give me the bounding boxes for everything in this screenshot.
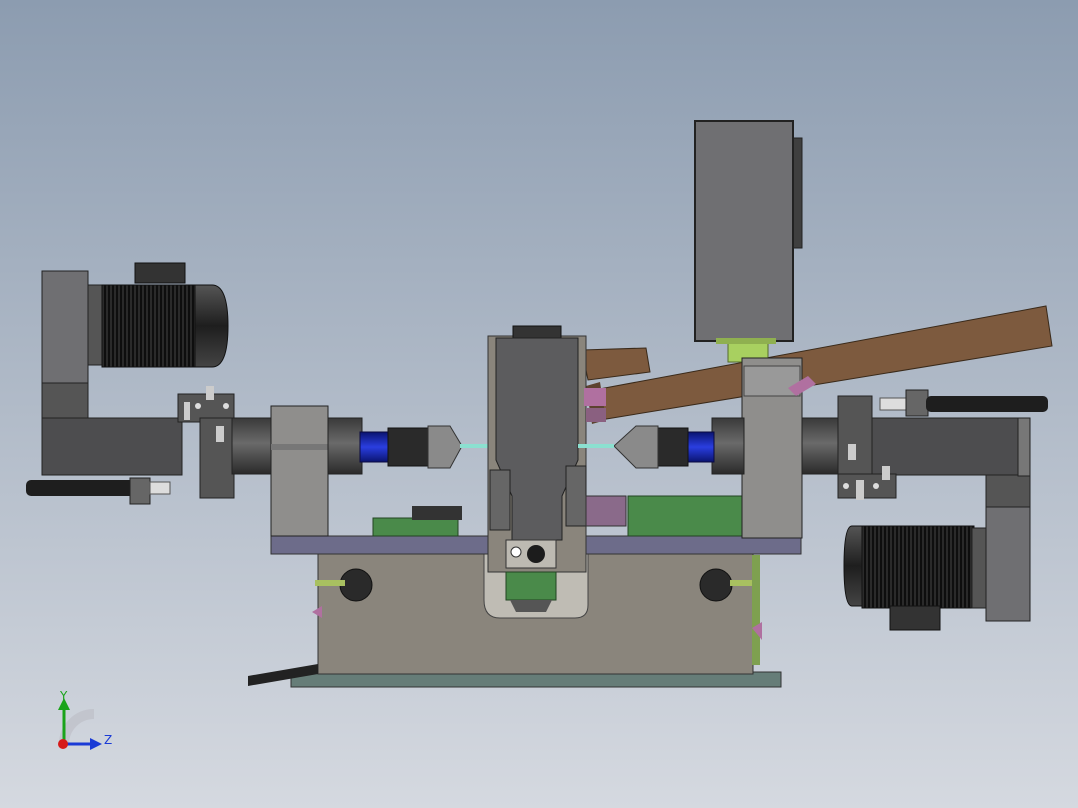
fitting [856,480,864,500]
press-die-pin [510,546,522,558]
slider-block [585,495,627,527]
fitting [206,386,214,400]
fitting [216,426,224,442]
sensor-board-left [372,517,459,537]
left-spindle-stand[interactable] [270,405,329,537]
fitting [848,444,856,460]
triad-x-axis [58,739,68,749]
left-cylinder-rod[interactable] [26,480,136,496]
triad-z-label: Z [104,733,112,747]
sensor-board-right [627,495,744,537]
right-motor-endcap [843,525,865,607]
press-link-left [489,469,511,531]
vertical-cabinet[interactable] [694,120,803,363]
left-arm[interactable] [41,417,183,476]
right-spindle-coupling[interactable] [685,431,715,463]
left-cylinder-head [129,477,151,505]
left-stand-seam [271,444,328,450]
fitting [184,402,190,420]
fitting [873,483,879,489]
cad-viewport[interactable]: Y Z [0,0,1078,808]
sensor-cable-left [412,506,462,520]
press-link-right [565,465,587,527]
right-motor-terminal-box [889,605,941,631]
right-upright-joint [985,474,1031,508]
fitting [195,403,201,409]
fitting [843,483,849,489]
left-collet-chuck[interactable] [387,427,429,467]
left-spindle-coupling[interactable] [359,431,391,463]
right-arm-endcap [1017,417,1031,477]
left-cylinder-tip [149,481,171,495]
fitting [223,403,229,409]
side-post-right [752,555,760,665]
bracket-left [315,580,345,586]
press-pawl-top [584,388,606,406]
right-workpiece [578,444,614,448]
left-motor-body[interactable] [101,284,198,368]
left-motor-flange [87,284,103,366]
right-cylinder-head [905,389,929,417]
fitting [882,466,890,480]
right-cylinder-rod[interactable] [926,396,1048,412]
right-spindle-housing[interactable] [801,417,843,475]
machine-assembly-drawing[interactable]: Y Z [0,0,1078,808]
left-spindle-nose[interactable] [327,417,363,475]
left-motor-terminal-box [134,262,186,284]
left-motor-endcap [194,284,229,368]
cabinet-body[interactable] [694,120,794,342]
left-upright-joint [41,382,89,419]
press-die-hole [527,545,545,563]
press-top-cap [512,325,562,339]
right-motor-flange [971,527,987,609]
press-bottom-guide [510,600,552,612]
cabinet-flange [716,338,776,344]
right-motor-body[interactable] [861,525,975,609]
right-valve-stack[interactable] [837,395,873,477]
base-bolt-right [699,568,733,602]
right-collet-chuck[interactable] [655,427,689,467]
triad-y-label: Y [59,689,68,703]
press-pawl-bottom [586,408,606,422]
left-spindle-housing[interactable] [231,417,273,475]
right-spindle-nose[interactable] [711,417,745,475]
press-sensor-board [505,571,557,601]
